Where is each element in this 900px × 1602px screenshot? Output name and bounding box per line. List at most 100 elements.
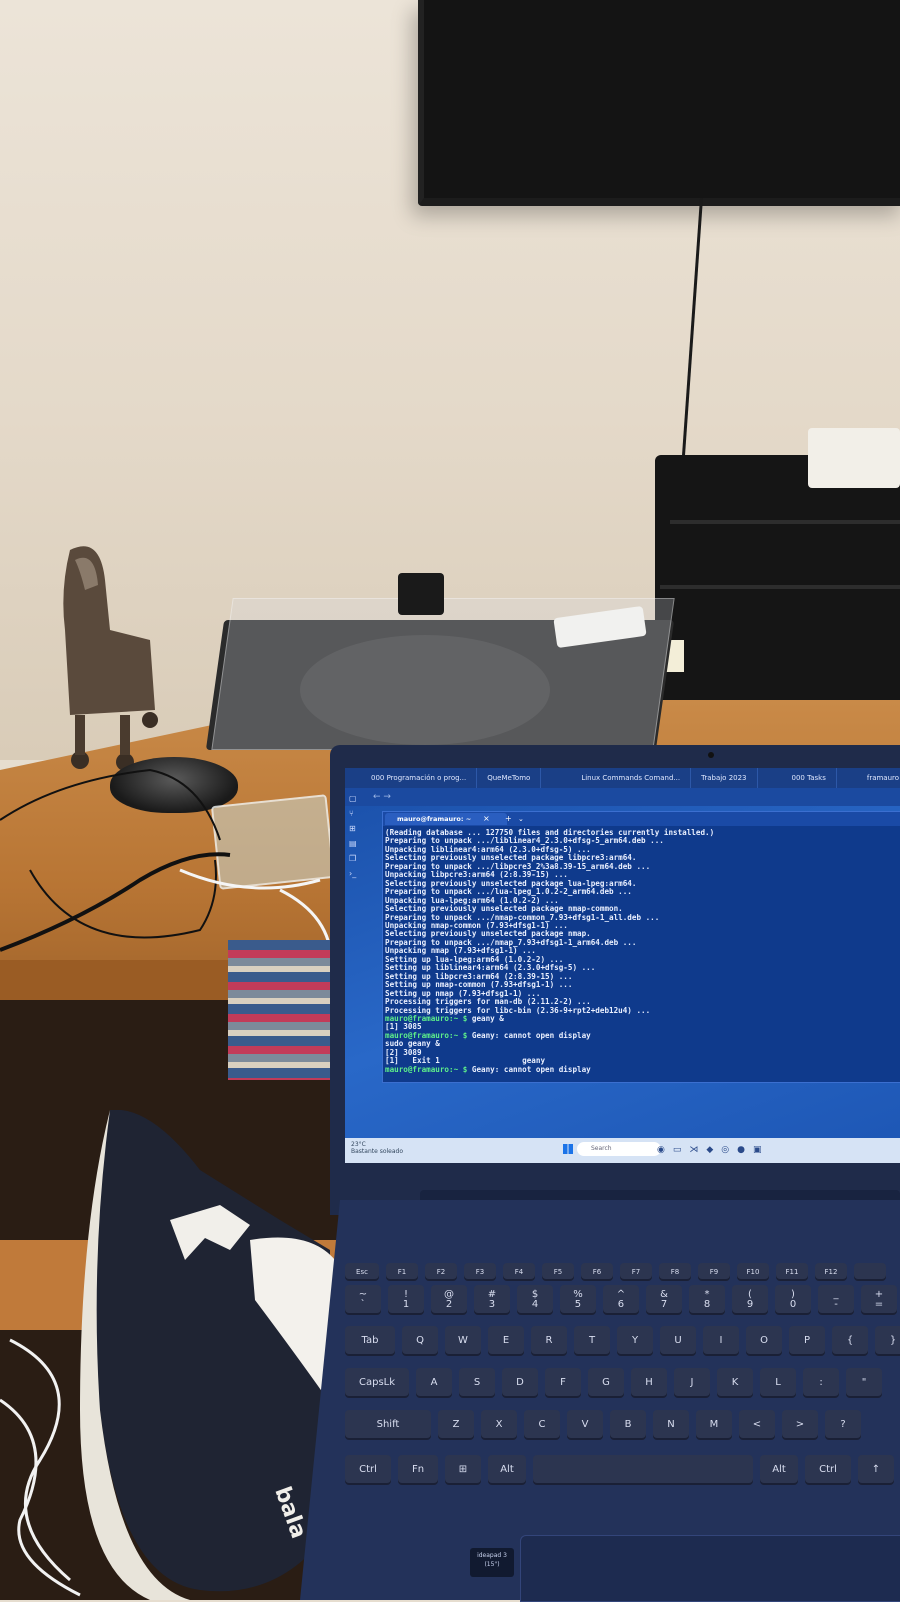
- weather-widget[interactable]: 23°C Bastante soleado: [351, 1141, 403, 1155]
- keyboard-key[interactable]: :: [803, 1368, 839, 1398]
- keyboard-key[interactable]: J: [674, 1368, 710, 1398]
- keyboard-key[interactable]: W: [445, 1326, 481, 1356]
- keyboard-key[interactable]: Shift: [345, 1410, 431, 1440]
- keyboard-key[interactable]: A: [416, 1368, 452, 1398]
- keyboard-key[interactable]: >: [782, 1410, 818, 1440]
- keyboard-key[interactable]: E: [488, 1326, 524, 1356]
- keyboard-key[interactable]: * 8: [689, 1285, 725, 1315]
- keyboard-key[interactable]: F4: [503, 1263, 535, 1281]
- wall-tv: [418, 0, 900, 206]
- file-explorer-icon[interactable]: ▭: [673, 1145, 682, 1155]
- chrome-icon[interactable]: ●: [737, 1145, 745, 1155]
- chevron-down-icon[interactable]: ⌄: [518, 813, 524, 825]
- keyboard-key[interactable]: F3: [464, 1263, 496, 1281]
- new-tab-icon[interactable]: +: [505, 813, 512, 825]
- keyboard-key[interactable]: [533, 1455, 753, 1485]
- keyboard-key[interactable]: F8: [659, 1263, 691, 1281]
- keyboard-key[interactable]: F11: [776, 1263, 808, 1281]
- keyboard-key[interactable]: ": [846, 1368, 882, 1398]
- keyboard-key[interactable]: F5: [542, 1263, 574, 1281]
- keyboard-key[interactable]: ↑: [858, 1455, 894, 1485]
- keyboard-key[interactable]: C: [524, 1410, 560, 1440]
- keyboard-key[interactable]: P: [789, 1326, 825, 1356]
- browser-tab[interactable]: 000 Tasks: [758, 768, 837, 788]
- browser-tab[interactable]: 000 Programación o prog...: [345, 768, 478, 788]
- grid-icon[interactable]: ⊞: [349, 824, 363, 833]
- browser-tab[interactable]: Trabajo 2023: [691, 768, 758, 788]
- terminal-icon[interactable]: ›_: [349, 869, 363, 878]
- browser-tab[interactable]: QueMeTomo: [477, 768, 542, 788]
- copy-icon[interactable]: ❐: [349, 854, 363, 863]
- keyboard-key[interactable]: Esc: [345, 1263, 379, 1281]
- keyboard-key[interactable]: $ 4: [517, 1285, 553, 1315]
- keyboard-key[interactable]: Alt: [488, 1455, 526, 1485]
- keyboard-key[interactable]: Ctrl: [805, 1455, 851, 1485]
- keyboard-key[interactable]: Ctrl: [345, 1455, 391, 1485]
- keyboard-key[interactable]: H: [631, 1368, 667, 1398]
- keyboard-key[interactable]: F7: [620, 1263, 652, 1281]
- taskbar-search[interactable]: Search: [577, 1142, 661, 1156]
- keyboard-key[interactable]: + =: [861, 1285, 897, 1315]
- keyboard-key[interactable]: Z: [438, 1410, 474, 1440]
- keyboard-key[interactable]: & 7: [646, 1285, 682, 1315]
- keyboard-key[interactable]: D: [502, 1368, 538, 1398]
- keyboard-key[interactable]: ~ `: [345, 1285, 381, 1315]
- touchpad[interactable]: [520, 1535, 900, 1602]
- keyboard-key[interactable]: F10: [737, 1263, 769, 1281]
- browser-tab[interactable]: Linux Commands Comand...: [541, 768, 692, 788]
- calendar-icon[interactable]: ▤: [349, 839, 363, 848]
- keyboard-key[interactable]: G: [588, 1368, 624, 1398]
- keyboard-key[interactable]: N: [653, 1410, 689, 1440]
- keyboard-key[interactable]: L: [760, 1368, 796, 1398]
- keyboard-key[interactable]: F12: [815, 1263, 847, 1281]
- keyboard-key[interactable]: Y: [617, 1326, 653, 1356]
- vscode-icon[interactable]: ⋊: [689, 1145, 698, 1155]
- keyboard-key[interactable]: M: [696, 1410, 732, 1440]
- keyboard-key[interactable]: O: [746, 1326, 782, 1356]
- keyboard-key[interactable]: T: [574, 1326, 610, 1356]
- keyboard-key[interactable]: ) 0: [775, 1285, 811, 1315]
- branch-icon[interactable]: ⑂: [349, 809, 363, 818]
- keyboard-key[interactable]: {: [832, 1326, 868, 1356]
- keyboard-key[interactable]: U: [660, 1326, 696, 1356]
- keyboard-key[interactable]: CapsLk: [345, 1368, 409, 1398]
- keyboard-key[interactable]: R: [531, 1326, 567, 1356]
- keyboard-key[interactable]: }: [875, 1326, 900, 1356]
- keyboard-key[interactable]: Q: [402, 1326, 438, 1356]
- keyboard-key[interactable]: ! 1: [388, 1285, 424, 1315]
- terminal-window[interactable]: mauro@framauro: ~ × + ⌄ (Reading databas…: [382, 811, 900, 1083]
- keyboard-key[interactable]: Alt: [760, 1455, 798, 1485]
- keyboard-key[interactable]: <: [739, 1410, 775, 1440]
- file-icon[interactable]: ▢: [349, 794, 363, 803]
- keyboard-key[interactable]: F6: [581, 1263, 613, 1281]
- back-forward-arrows-icon[interactable]: ← →: [373, 788, 391, 806]
- keyboard-key[interactable]: F9: [698, 1263, 730, 1281]
- steam-icon[interactable]: ◎: [721, 1145, 729, 1155]
- app-icon[interactable]: ◆: [706, 1145, 713, 1155]
- keyboard-key[interactable]: # 3: [474, 1285, 510, 1315]
- keyboard-key[interactable]: Fn: [398, 1455, 438, 1485]
- windows-start-icon[interactable]: [563, 1144, 573, 1154]
- app-icon[interactable]: ▣: [753, 1145, 762, 1155]
- keyboard-key[interactable]: [854, 1263, 886, 1281]
- keyboard-key[interactable]: ⊞: [445, 1455, 481, 1485]
- widgets-icon[interactable]: ◉: [657, 1145, 665, 1155]
- keyboard-key[interactable]: K: [717, 1368, 753, 1398]
- keyboard-key[interactable]: X: [481, 1410, 517, 1440]
- keyboard-key[interactable]: B: [610, 1410, 646, 1440]
- keyboard-key[interactable]: I: [703, 1326, 739, 1356]
- browser-tab[interactable]: framauro: [837, 768, 900, 788]
- keyboard-key[interactable]: ( 9: [732, 1285, 768, 1315]
- keyboard-key[interactable]: % 5: [560, 1285, 596, 1315]
- keyboard-key[interactable]: V: [567, 1410, 603, 1440]
- keyboard-key[interactable]: Tab: [345, 1326, 395, 1356]
- keyboard-key[interactable]: ^ 6: [603, 1285, 639, 1315]
- keyboard-key[interactable]: ?: [825, 1410, 861, 1440]
- close-icon[interactable]: ×: [483, 813, 490, 825]
- keyboard-key[interactable]: @ 2: [431, 1285, 467, 1315]
- keyboard-key[interactable]: F1: [386, 1263, 418, 1281]
- keyboard-key[interactable]: F2: [425, 1263, 457, 1281]
- keyboard-key[interactable]: S: [459, 1368, 495, 1398]
- keyboard-key[interactable]: F: [545, 1368, 581, 1398]
- keyboard-key[interactable]: _ -: [818, 1285, 854, 1315]
